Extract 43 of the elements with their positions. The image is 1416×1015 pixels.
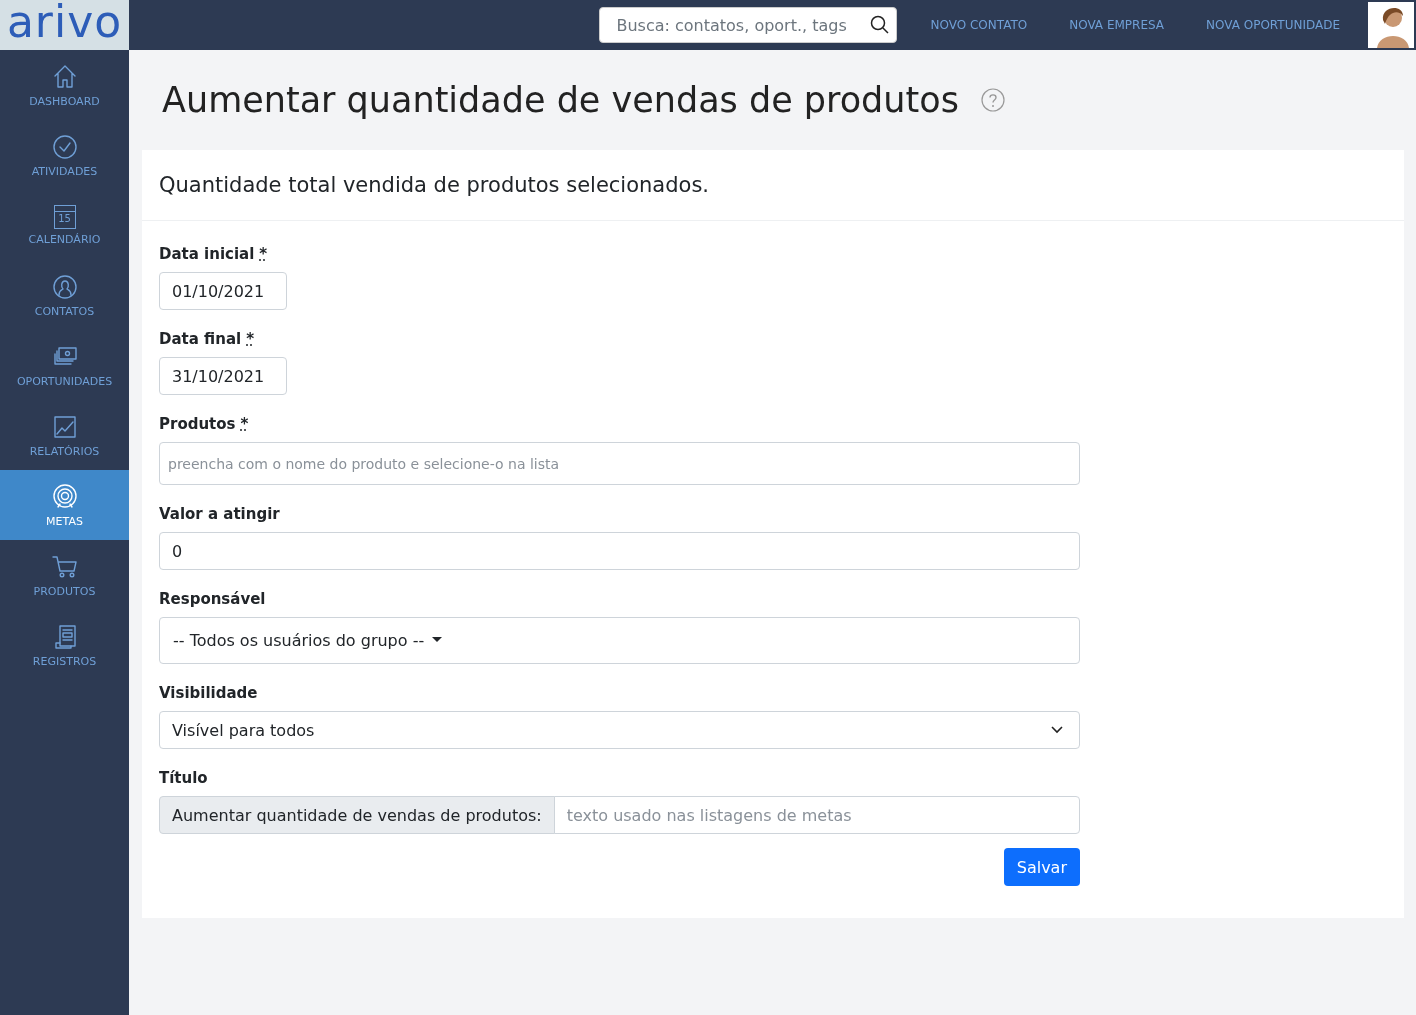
field-label: Data final (159, 330, 242, 348)
sidebar-item[interactable]: RELATÓRIOS (0, 400, 129, 470)
field-label: Data inicial (159, 245, 255, 263)
top-link[interactable]: NOVA OPORTUNIDADE (1185, 18, 1361, 32)
sidebar-item[interactable]: ATIVIDADES (0, 120, 129, 190)
sidebar-item[interactable]: PRODUTOS (0, 540, 129, 610)
card-title: Quantidade total vendida de produtos selecionados. (159, 173, 710, 197)
page-title: Aumentar quantidade de vendas de produtos (162, 80, 959, 120)
input-field[interactable]: 0 (159, 532, 1080, 570)
field-label: Visibilidade (159, 684, 258, 702)
date-field[interactable]: 31/10/2021 (159, 357, 287, 395)
search-field[interactable]: Busca: contatos, oport., tags (599, 7, 898, 43)
top-link[interactable]: NOVA EMPRESA (1048, 18, 1186, 32)
top-link[interactable]: NOVO CONTATO (909, 18, 1049, 32)
field-label: Valor a atingir (159, 505, 280, 523)
sidebar-item[interactable]: REGISTROS (0, 610, 129, 680)
dropdown-button[interactable]: -- Todos os usuários do grupo -- (160, 618, 456, 663)
field-label: Responsável (159, 590, 266, 608)
avatar[interactable] (1368, 2, 1414, 48)
sidebar-item[interactable]: METAS (0, 470, 129, 540)
logo[interactable]: arivo (6, 0, 123, 44)
search-icon[interactable] (870, 15, 891, 35)
sidebar-item[interactable]: DASHBOARD (0, 50, 129, 120)
sidebar-item[interactable]: OPORTUNIDADES (0, 330, 129, 400)
check-circle-icon (50, 132, 79, 161)
sidebar-item[interactable]: CONTATOS (0, 260, 129, 330)
person-circle-icon (50, 272, 79, 301)
required-mark: * (246, 330, 254, 348)
target-icon (50, 482, 79, 511)
calendar-icon: 15 (53, 204, 76, 229)
required-mark: * (259, 245, 268, 263)
field-label: Produtos (159, 415, 236, 433)
title-field[interactable]: texto usado nas listagens de metas (553, 796, 1080, 834)
product-search-field[interactable]: preencha com o nome do produto e selecione-o na lista (159, 442, 1080, 485)
select-field[interactable]: Visível para todos (159, 711, 1080, 749)
required-mark: * (240, 415, 249, 433)
sidebar-item[interactable]: 15 CALENDÁRIO (0, 190, 129, 260)
field-label: Título (159, 769, 208, 787)
input-prefix: Aumentar quantidade de vendas de produtos: (159, 796, 555, 834)
date-field[interactable]: 01/10/2021 (159, 272, 287, 310)
save-button[interactable]: Salvar (1003, 848, 1080, 886)
help-icon[interactable] (980, 88, 1005, 112)
chevron-down-icon (1051, 726, 1063, 734)
